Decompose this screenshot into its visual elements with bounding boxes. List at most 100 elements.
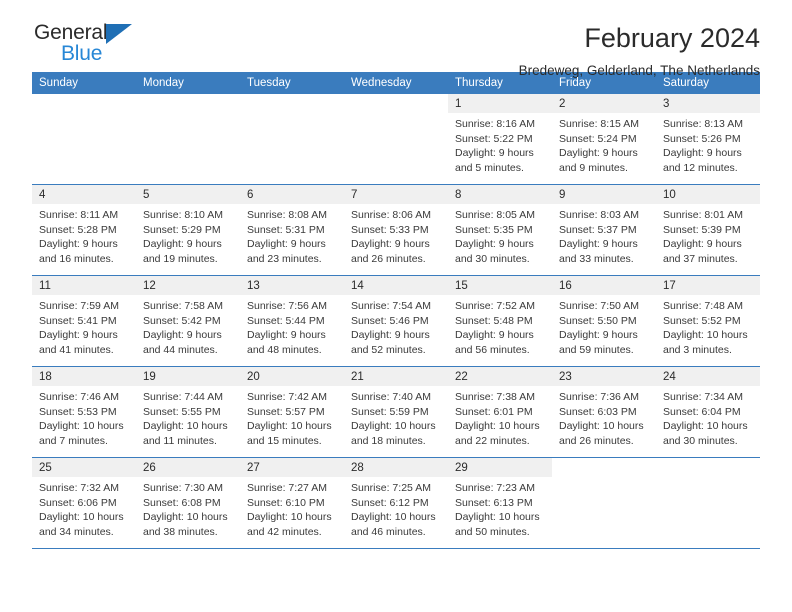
page-title: February 2024 <box>584 23 760 53</box>
sunset-text: Sunset: 5:52 PM <box>663 314 741 327</box>
daylight-line2: and 34 minutes. <box>39 525 114 538</box>
day-number: 11 <box>32 276 136 295</box>
day-number: 21 <box>344 367 448 386</box>
day-cell-inner <box>136 94 240 184</box>
day-cell-inner[interactable]: 19 Sunrise: 7:44 AM Sunset: 5:55 PM Dayl… <box>136 367 240 457</box>
sunrise-text: Sunrise: 8:15 AM <box>559 118 639 130</box>
page-header: General Blue February 2024 Bredeweg, Gel… <box>32 0 760 79</box>
daylight-line2: and 23 minutes. <box>247 252 322 265</box>
day-cell: 27 Sunrise: 7:27 AM Sunset: 6:10 PM Dayl… <box>240 457 344 549</box>
day-cell-inner[interactable]: 28 Sunrise: 7:25 AM Sunset: 6:12 PM Dayl… <box>344 458 448 548</box>
day-cell-inner[interactable]: 11 Sunrise: 7:59 AM Sunset: 5:41 PM Dayl… <box>32 276 136 366</box>
day-cell-inner[interactable]: 29 Sunrise: 7:23 AM Sunset: 6:13 PM Dayl… <box>448 458 552 548</box>
day-cell-inner[interactable]: 13 Sunrise: 7:56 AM Sunset: 5:44 PM Dayl… <box>240 276 344 366</box>
sunset-text: Sunset: 5:41 PM <box>39 314 117 327</box>
daylight-line2: and 18 minutes. <box>351 434 426 447</box>
day-number: 6 <box>240 185 344 204</box>
day-cell: 20 Sunrise: 7:42 AM Sunset: 5:57 PM Dayl… <box>240 366 344 458</box>
day-details: Sunrise: 8:08 AM Sunset: 5:31 PM Dayligh… <box>240 204 344 266</box>
sunset-text: Sunset: 5:53 PM <box>39 405 117 418</box>
day-cell-inner[interactable]: 8 Sunrise: 8:05 AM Sunset: 5:35 PM Dayli… <box>448 185 552 275</box>
day-cell-inner[interactable]: 12 Sunrise: 7:58 AM Sunset: 5:42 PM Dayl… <box>136 276 240 366</box>
day-number: 19 <box>136 367 240 386</box>
daylight-line1: Daylight: 10 hours <box>559 420 644 432</box>
day-cell <box>240 94 344 185</box>
sunset-text: Sunset: 6:01 PM <box>455 405 533 418</box>
week-row: 4 Sunrise: 8:11 AM Sunset: 5:28 PM Dayli… <box>32 184 760 276</box>
day-cell-inner[interactable]: 16 Sunrise: 7:50 AM Sunset: 5:50 PM Dayl… <box>552 276 656 366</box>
sunrise-text: Sunrise: 7:44 AM <box>143 391 223 403</box>
day-number: 10 <box>656 185 760 204</box>
day-cell-inner[interactable]: 14 Sunrise: 7:54 AM Sunset: 5:46 PM Dayl… <box>344 276 448 366</box>
daylight-line1: Daylight: 9 hours <box>559 238 638 250</box>
dow-header-sunday: Sunday <box>32 72 136 94</box>
sunset-text: Sunset: 6:12 PM <box>351 496 429 509</box>
day-details: Sunrise: 7:42 AM Sunset: 5:57 PM Dayligh… <box>240 386 344 448</box>
day-cell-inner[interactable]: 27 Sunrise: 7:27 AM Sunset: 6:10 PM Dayl… <box>240 458 344 548</box>
day-number: 18 <box>32 367 136 386</box>
day-cell-inner[interactable]: 6 Sunrise: 8:08 AM Sunset: 5:31 PM Dayli… <box>240 185 344 275</box>
day-details: Sunrise: 7:32 AM Sunset: 6:06 PM Dayligh… <box>32 477 136 539</box>
daylight-line2: and 42 minutes. <box>247 525 322 538</box>
daylight-line2: and 41 minutes. <box>39 343 114 356</box>
day-details: Sunrise: 8:10 AM Sunset: 5:29 PM Dayligh… <box>136 204 240 266</box>
day-cell-inner[interactable]: 3 Sunrise: 8:13 AM Sunset: 5:26 PM Dayli… <box>656 94 760 184</box>
day-cell-inner[interactable]: 7 Sunrise: 8:06 AM Sunset: 5:33 PM Dayli… <box>344 185 448 275</box>
day-cell: 16 Sunrise: 7:50 AM Sunset: 5:50 PM Dayl… <box>552 275 656 367</box>
day-number <box>136 94 240 113</box>
day-cell-inner[interactable]: 4 Sunrise: 8:11 AM Sunset: 5:28 PM Dayli… <box>32 185 136 275</box>
day-cell-inner[interactable]: 20 Sunrise: 7:42 AM Sunset: 5:57 PM Dayl… <box>240 367 344 457</box>
day-cell: 19 Sunrise: 7:44 AM Sunset: 5:55 PM Dayl… <box>136 366 240 458</box>
sunrise-text: Sunrise: 7:32 AM <box>39 482 119 494</box>
day-number: 3 <box>656 94 760 113</box>
day-cell-inner[interactable]: 21 Sunrise: 7:40 AM Sunset: 5:59 PM Dayl… <box>344 367 448 457</box>
day-number: 28 <box>344 458 448 477</box>
day-cell-inner[interactable]: 23 Sunrise: 7:36 AM Sunset: 6:03 PM Dayl… <box>552 367 656 457</box>
day-cell-inner[interactable]: 26 Sunrise: 7:30 AM Sunset: 6:08 PM Dayl… <box>136 458 240 548</box>
day-cell-inner <box>656 458 760 548</box>
day-cell: 17 Sunrise: 7:48 AM Sunset: 5:52 PM Dayl… <box>656 275 760 367</box>
day-cell-inner[interactable]: 17 Sunrise: 7:48 AM Sunset: 5:52 PM Dayl… <box>656 276 760 366</box>
sunrise-text: Sunrise: 7:50 AM <box>559 300 639 312</box>
daylight-line2: and 46 minutes. <box>351 525 426 538</box>
day-cell-inner <box>552 458 656 548</box>
daylight-line2: and 33 minutes. <box>559 252 634 265</box>
day-cell-inner[interactable]: 1 Sunrise: 8:16 AM Sunset: 5:22 PM Dayli… <box>448 94 552 184</box>
sunrise-text: Sunrise: 7:25 AM <box>351 482 431 494</box>
day-number: 22 <box>448 367 552 386</box>
day-cell-inner[interactable]: 5 Sunrise: 8:10 AM Sunset: 5:29 PM Dayli… <box>136 185 240 275</box>
sunset-text: Sunset: 5:57 PM <box>247 405 325 418</box>
day-cell-inner[interactable]: 10 Sunrise: 8:01 AM Sunset: 5:39 PM Dayl… <box>656 185 760 275</box>
sunrise-text: Sunrise: 7:30 AM <box>143 482 223 494</box>
dow-header-tuesday: Tuesday <box>240 72 344 94</box>
day-details: Sunrise: 8:13 AM Sunset: 5:26 PM Dayligh… <box>656 113 760 175</box>
daylight-line1: Daylight: 10 hours <box>143 511 228 523</box>
day-details: Sunrise: 8:01 AM Sunset: 5:39 PM Dayligh… <box>656 204 760 266</box>
daylight-line2: and 9 minutes. <box>559 161 628 174</box>
day-cell: 23 Sunrise: 7:36 AM Sunset: 6:03 PM Dayl… <box>552 366 656 458</box>
day-details: Sunrise: 7:44 AM Sunset: 5:55 PM Dayligh… <box>136 386 240 448</box>
day-cell-inner[interactable]: 9 Sunrise: 8:03 AM Sunset: 5:37 PM Dayli… <box>552 185 656 275</box>
day-cell: 10 Sunrise: 8:01 AM Sunset: 5:39 PM Dayl… <box>656 184 760 276</box>
day-number: 1 <box>448 94 552 113</box>
day-cell-inner[interactable]: 2 Sunrise: 8:15 AM Sunset: 5:24 PM Dayli… <box>552 94 656 184</box>
day-cell-inner[interactable]: 22 Sunrise: 7:38 AM Sunset: 6:01 PM Dayl… <box>448 367 552 457</box>
sunrise-text: Sunrise: 7:34 AM <box>663 391 743 403</box>
day-details: Sunrise: 8:16 AM Sunset: 5:22 PM Dayligh… <box>448 113 552 175</box>
day-number: 9 <box>552 185 656 204</box>
month-calendar: Sunday Monday Tuesday Wednesday Thursday… <box>32 72 760 549</box>
daylight-line2: and 7 minutes. <box>39 434 108 447</box>
sunset-text: Sunset: 5:42 PM <box>143 314 221 327</box>
day-details: Sunrise: 8:05 AM Sunset: 5:35 PM Dayligh… <box>448 204 552 266</box>
day-cell-inner[interactable]: 24 Sunrise: 7:34 AM Sunset: 6:04 PM Dayl… <box>656 367 760 457</box>
dow-header-wednesday: Wednesday <box>344 72 448 94</box>
daylight-line2: and 38 minutes. <box>143 525 218 538</box>
day-cell-inner[interactable]: 25 Sunrise: 7:32 AM Sunset: 6:06 PM Dayl… <box>32 458 136 548</box>
day-number <box>552 458 656 477</box>
sunset-text: Sunset: 5:24 PM <box>559 132 637 145</box>
day-cell-inner[interactable]: 15 Sunrise: 7:52 AM Sunset: 5:48 PM Dayl… <box>448 276 552 366</box>
day-cell-inner[interactable]: 18 Sunrise: 7:46 AM Sunset: 5:53 PM Dayl… <box>32 367 136 457</box>
day-cell: 7 Sunrise: 8:06 AM Sunset: 5:33 PM Dayli… <box>344 184 448 276</box>
sunrise-text: Sunrise: 8:08 AM <box>247 209 327 221</box>
day-details: Sunrise: 7:58 AM Sunset: 5:42 PM Dayligh… <box>136 295 240 357</box>
